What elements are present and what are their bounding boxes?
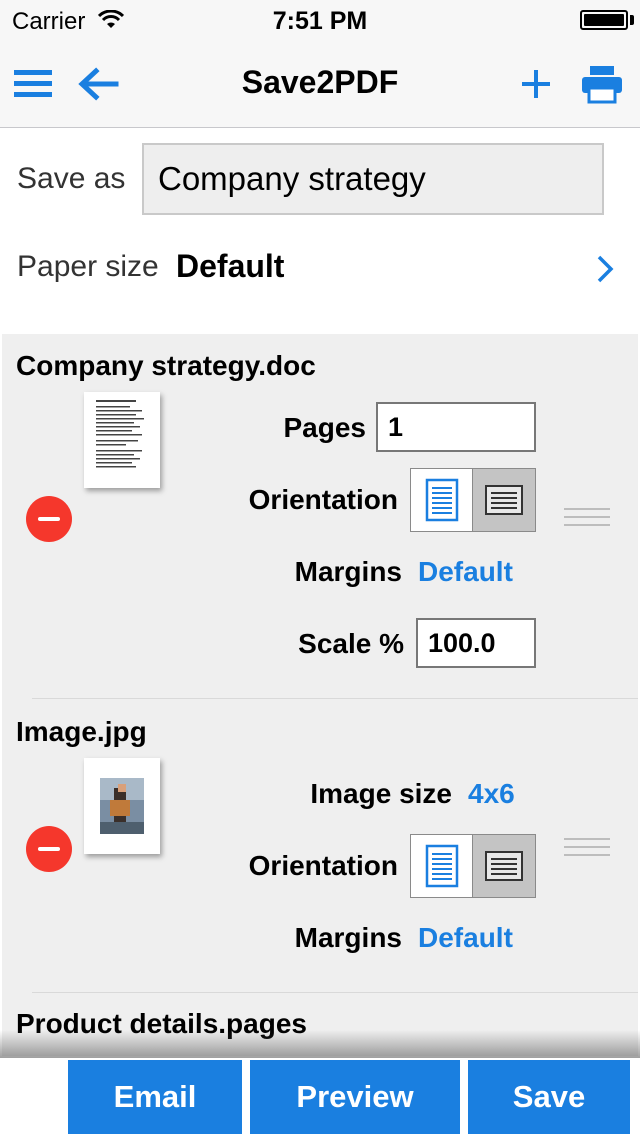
scale-input[interactable] <box>416 618 536 668</box>
email-button[interactable]: Email <box>68 1060 242 1134</box>
drag-handle-icon[interactable] <box>564 838 610 862</box>
status-bar: Carrier 7:51 PM <box>0 0 640 40</box>
item-separator <box>32 698 638 699</box>
paper-size-value: Default <box>176 248 285 284</box>
pages-input[interactable] <box>376 402 536 452</box>
nav-bar: Save2PDF <box>0 40 640 128</box>
margins-label: Margins <box>294 922 402 953</box>
item-title: Company strategy.doc <box>16 350 316 381</box>
pages-label: Pages <box>283 412 367 443</box>
remove-item-button[interactable] <box>26 496 72 542</box>
bottom-toolbar: Email Preview Save <box>0 1058 640 1136</box>
portrait-icon[interactable] <box>411 835 473 897</box>
document-list: Company strategy.doc Pages Orientation <box>2 334 638 1056</box>
image-thumbnail <box>84 758 160 854</box>
margins-label: Margins <box>294 556 402 587</box>
scale-label: Scale % <box>298 628 404 659</box>
printer-icon[interactable] <box>580 64 624 104</box>
remove-item-button[interactable] <box>26 826 72 872</box>
paper-size-row[interactable]: Paper size Default <box>0 232 640 304</box>
save-button[interactable]: Save <box>468 1060 630 1134</box>
scroll-fade <box>0 1030 640 1058</box>
drag-handle-icon[interactable] <box>564 508 610 532</box>
portrait-icon[interactable] <box>411 469 473 531</box>
orientation-label: Orientation <box>248 850 398 881</box>
image-size-value-link[interactable]: 4x6 <box>468 778 515 810</box>
landscape-icon[interactable] <box>473 835 535 897</box>
landscape-icon[interactable] <box>473 469 535 531</box>
image-size-label: Image size <box>310 778 452 809</box>
item-separator <box>32 992 638 993</box>
item-title: Image.jpg <box>16 716 147 747</box>
orientation-toggle[interactable] <box>410 468 536 532</box>
orientation-label: Orientation <box>248 484 398 515</box>
save-as-label: Save as <box>17 162 126 195</box>
document-thumbnail <box>84 392 160 488</box>
battery-icon <box>580 10 628 30</box>
margins-value-link[interactable]: Default <box>418 556 513 588</box>
paper-size-label: Paper size <box>17 250 159 283</box>
orientation-toggle[interactable] <box>410 834 536 898</box>
chevron-right-icon <box>596 254 614 289</box>
status-time: 7:51 PM <box>272 7 368 35</box>
save-as-input[interactable] <box>142 143 604 215</box>
add-icon[interactable] <box>516 64 560 104</box>
margins-value-link[interactable]: Default <box>418 922 513 954</box>
battery-tip <box>630 15 634 25</box>
preview-button[interactable]: Preview <box>250 1060 460 1134</box>
